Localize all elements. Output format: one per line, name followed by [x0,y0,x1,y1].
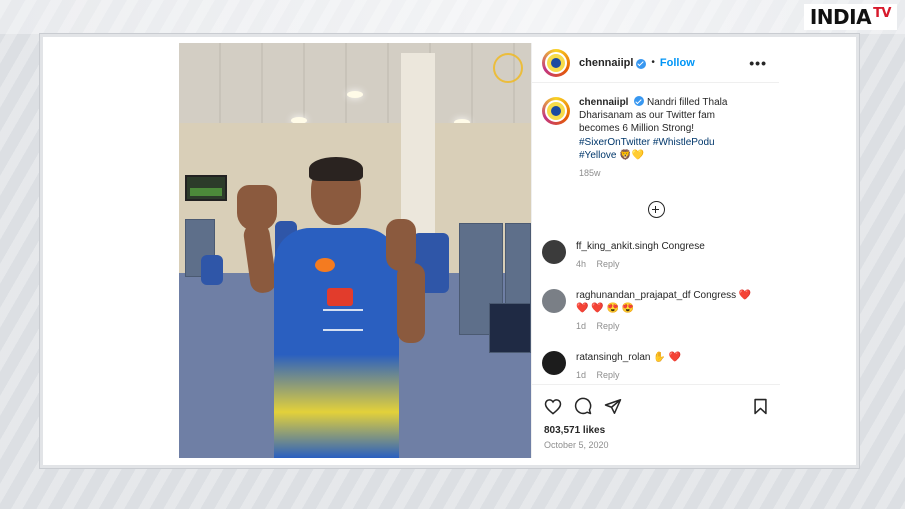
post-side-panel: chennaiipl • Follow ••• chennaiipl Nandr… [531,43,780,458]
comment-age: 1d [576,321,587,331]
photo-light [347,91,363,98]
caption-text-block: chennaiipl Nandri filled Thala Dharisana… [579,95,739,180]
hashtag[interactable]: #WhistlePodu [653,137,715,148]
comment-username[interactable]: ratansingh_rolan [576,352,651,363]
comment-line: raghunandan_prajapat_df Congress ❤️ ❤️ ❤… [576,289,751,315]
heart-icon[interactable] [544,398,562,415]
comment-icon[interactable] [574,397,592,415]
photo-sponsor-m [327,288,353,306]
logo-tv: TV [873,5,891,21]
comment-age: 4h [576,259,587,269]
post-caption: chennaiipl Nandri filled Thala Dharisana… [532,83,779,180]
csk-logo-watermark [493,53,523,83]
caption-emoji: 🦁💛 [619,149,645,161]
comment-text: Congrese [661,241,705,252]
comment-avatar[interactable] [542,351,566,375]
photo-sofa [489,303,531,353]
action-icons [544,395,768,417]
caption-username[interactable]: chennaiipl [579,97,628,108]
profile-avatar[interactable] [542,48,570,77]
caption-avatar[interactable] [542,97,570,125]
logo-main: INDIA [809,5,872,29]
reply-button[interactable]: Reply [597,259,620,269]
photo-tv [185,175,227,201]
share-icon[interactable] [604,398,622,415]
comment-age: 1d [576,370,587,380]
comment-body: ff_king_ankit.singh Congrese 4h Reply [576,240,705,269]
comment-item: raghunandan_prajapat_df Congress ❤️ ❤️ ❤… [542,289,772,331]
photo-player-jersey [274,228,399,458]
comment-line: ff_king_ankit.singh Congrese [576,240,705,253]
photo-hand [386,219,416,271]
photo-hand [237,185,277,231]
post-photo[interactable] [179,43,531,458]
photo-sponsor-gulf [315,258,335,272]
verified-icon [634,96,645,106]
comment-body: raghunandan_prajapat_df Congress ❤️ ❤️ ❤… [576,289,751,331]
comment-avatar[interactable] [542,240,566,264]
photo-person [201,255,223,285]
comment-meta: 1d Reply [576,321,751,331]
post-actions: 803,571 likes October 5, 2020 [532,384,780,450]
photo-ceiling [179,43,531,123]
indiatv-logo: INDIA TV [803,4,897,30]
separator-dot: • [651,57,655,68]
post-header: chennaiipl • Follow ••• [532,43,779,83]
header-username[interactable]: chennaiipl [579,57,633,69]
caption-age: 185w [579,168,601,179]
hashtag[interactable]: #Yellove [579,150,616,161]
comment-avatar[interactable] [542,289,566,313]
comment-username[interactable]: raghunandan_prajapat_df [576,290,691,301]
reply-button[interactable]: Reply [597,321,620,331]
post-date: October 5, 2020 [544,440,609,450]
comment-meta: 1d Reply [576,370,681,380]
comment-text: ✋ ❤️ [653,352,681,363]
instagram-post: chennaiipl • Follow ••• chennaiipl Nandr… [179,43,780,458]
comment-body: ratansingh_rolan ✋ ❤️ 1d Reply [576,351,681,380]
add-comment-icon[interactable] [647,201,665,218]
comment-meta: 4h Reply [576,259,705,269]
photo-arm [397,263,425,343]
follow-button[interactable]: Follow [660,57,695,69]
verified-icon [636,58,647,69]
comment-line: ratansingh_rolan ✋ ❤️ [576,351,681,364]
comment-item: ff_king_ankit.singh Congrese 4h Reply [542,240,772,269]
load-more-comments [532,201,780,218]
photo-sponsor-text [323,309,363,331]
bookmark-icon[interactable] [753,398,768,415]
comment-text: Congress [693,290,737,301]
comment-username[interactable]: ff_king_ankit.singh [576,241,659,252]
hashtag[interactable]: #SixerOnTwitter [579,137,650,148]
reply-button[interactable]: Reply [597,370,620,380]
photo-player-hair [309,157,363,181]
comment-item: ratansingh_rolan ✋ ❤️ 1d Reply [542,351,772,380]
likes-count[interactable]: 803,571 likes [544,425,768,436]
more-options-icon[interactable]: ••• [749,55,767,71]
